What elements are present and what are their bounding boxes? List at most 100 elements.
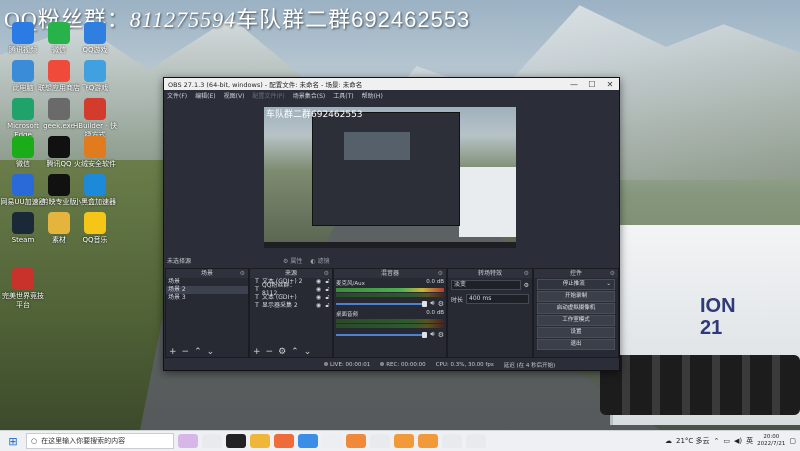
- lock-icon[interactable]: 🔓︎: [323, 302, 332, 310]
- control-button[interactable]: 退出: [537, 339, 615, 350]
- gear-icon[interactable]: ⚙: [524, 282, 529, 289]
- add-icon[interactable]: +: [169, 347, 177, 357]
- properties-button[interactable]: ⚙ 属性: [283, 256, 302, 265]
- channel-name: 麦克风/Aux: [336, 281, 365, 287]
- desktop-icon[interactable]: QQ音乐: [72, 212, 118, 245]
- edge-icon: [12, 98, 34, 120]
- gear-icon[interactable]: ⚙: [438, 331, 444, 339]
- control-button[interactable]: 开始录制: [537, 291, 615, 302]
- remove-icon[interactable]: −: [182, 347, 190, 357]
- obs-taskbar-icon[interactable]: [226, 434, 246, 448]
- menu-item[interactable]: 工具(T): [333, 91, 353, 100]
- app-taskbar-icon[interactable]: [346, 434, 366, 448]
- gear-icon[interactable]: ⚙: [278, 347, 286, 357]
- dock-gear-icon[interactable]: ⚙: [240, 269, 245, 278]
- music-icon: [84, 212, 106, 234]
- close-icon[interactable]: ✕: [601, 80, 619, 89]
- visibility-eye-icon[interactable]: ◉: [314, 286, 323, 294]
- language-indicator[interactable]: 英: [746, 436, 753, 446]
- clock[interactable]: 20:00 2022/7/21: [757, 434, 785, 448]
- scene-item[interactable]: 场景 3: [166, 294, 248, 302]
- desktop-icon[interactable]: 完美世界竞技平台: [0, 268, 46, 310]
- windows-start-icon[interactable]: ⊞: [0, 435, 26, 448]
- gear-icon[interactable]: ⚙: [438, 300, 444, 308]
- volume-icon[interactable]: ◀): [734, 437, 742, 445]
- menu-item[interactable]: 视图(V): [224, 91, 245, 100]
- volume-slider[interactable]: [336, 331, 428, 338]
- control-button[interactable]: 启动虚拟摄像机: [537, 303, 615, 314]
- duration-input[interactable]: 400 ms: [466, 294, 529, 304]
- menu-item[interactable]: 配置文件(P): [252, 91, 284, 100]
- dock-gear-icon[interactable]: ⚙: [610, 269, 615, 278]
- source-item[interactable]: T QQ粉丝群：8112… ◉ 🔓︎: [250, 282, 332, 297]
- volume-slider[interactable]: [336, 300, 428, 307]
- control-button[interactable]: 设置: [537, 327, 615, 338]
- computer-icon: [12, 60, 34, 82]
- weather-icon[interactable]: ☁: [665, 437, 672, 445]
- scene-item[interactable]: 场景: [166, 278, 248, 286]
- source-item[interactable]: T 文本 (GDI+) ◉ 🔓︎: [250, 294, 332, 302]
- volume-icon[interactable]: 🔊︎: [430, 330, 434, 339]
- down-icon[interactable]: ⌄: [207, 347, 215, 357]
- channel-name: 桌面音频: [336, 312, 359, 318]
- obs-preview[interactable]: 车队群二群692462553: [264, 107, 516, 248]
- desktop-icon[interactable]: HBuilder - 快捷方式: [72, 98, 118, 140]
- menu-item[interactable]: 场景集合(S): [293, 91, 326, 100]
- folder-icon: [48, 212, 70, 234]
- obs-window[interactable]: OBS 27.1.3 (64-bit, windows) - 配置文件: 未命名…: [163, 77, 620, 371]
- app-taskbar-icon[interactable]: [418, 434, 438, 448]
- weather-text[interactable]: 21°C 多云: [676, 436, 710, 446]
- preview-nested-obs: [312, 112, 460, 226]
- task-view-icon[interactable]: [202, 434, 222, 448]
- visibility-eye-icon[interactable]: ◉: [314, 302, 323, 310]
- network-icon[interactable]: ▭: [723, 437, 730, 445]
- dock-gear-icon[interactable]: ⚙: [438, 269, 443, 278]
- chevron-down-icon[interactable]: ⌄: [606, 280, 611, 289]
- transition-select[interactable]: 淡变: [451, 280, 521, 290]
- dock-gear-icon[interactable]: ⚙: [524, 269, 529, 278]
- taskbar-search[interactable]: ○ 在这里输入你要搜索的内容: [26, 433, 174, 449]
- notification-icon[interactable]: ▢: [789, 437, 796, 445]
- control-button[interactable]: 停止推流 ⌄: [537, 279, 615, 290]
- app-taskbar-icon[interactable]: [274, 434, 294, 448]
- visibility-eye-icon[interactable]: ◉: [314, 278, 323, 286]
- app-taskbar-icon[interactable]: [322, 434, 342, 448]
- menu-item[interactable]: 帮助(H): [362, 91, 383, 100]
- source-item[interactable]: T 显示器采集 2 ◉ 🔓︎: [250, 302, 332, 310]
- app-taskbar-icon[interactable]: [394, 434, 414, 448]
- app-taskbar-icon[interactable]: [250, 434, 270, 448]
- app-taskbar-icon[interactable]: [442, 434, 462, 448]
- down-icon[interactable]: ⌄: [304, 347, 312, 357]
- menu-item[interactable]: 编辑(E): [195, 91, 215, 100]
- lock-icon[interactable]: 🔓︎: [323, 278, 332, 286]
- app-taskbar-icon[interactable]: [466, 434, 486, 448]
- app-taskbar-icon[interactable]: [370, 434, 390, 448]
- maximize-icon[interactable]: ☐: [583, 80, 601, 89]
- slider-handle[interactable]: [422, 331, 428, 338]
- lock-icon[interactable]: 🔓︎: [323, 286, 332, 294]
- filters-button[interactable]: ◐ 滤镜: [310, 256, 329, 265]
- up-icon[interactable]: ⌃: [194, 347, 202, 357]
- desktop-icon[interactable]: QQ游戏: [72, 22, 118, 55]
- obs-titlebar[interactable]: OBS 27.1.3 (64-bit, windows) - 配置文件: 未命名…: [164, 78, 619, 90]
- remove-icon[interactable]: −: [266, 347, 274, 357]
- up-icon[interactable]: ⌃: [291, 347, 299, 357]
- slider-handle[interactable]: [422, 300, 428, 307]
- desktop-icon[interactable]: 飞Q游戏: [72, 60, 118, 93]
- minimize-icon[interactable]: —: [565, 80, 583, 89]
- dock-gear-icon[interactable]: ⚙: [324, 269, 329, 278]
- app-taskbar-icon[interactable]: [298, 434, 318, 448]
- lock-icon[interactable]: 🔓︎: [323, 294, 332, 302]
- add-icon[interactable]: +: [253, 347, 261, 357]
- geek-icon: [48, 98, 70, 120]
- flowers-icon[interactable]: [178, 434, 198, 448]
- control-button[interactable]: 工作室模式: [537, 315, 615, 326]
- scene-item[interactable]: 场景 2: [166, 286, 248, 294]
- tray-chevron-icon[interactable]: ⌃: [714, 437, 720, 445]
- visibility-eye-icon[interactable]: ◉: [314, 294, 323, 302]
- desktop-icon[interactable]: 火绒安全软件: [72, 136, 118, 169]
- desktop-icon-label: QQ游戏: [82, 46, 108, 54]
- desktop-icon[interactable]: 小黑盒加速器: [72, 174, 118, 207]
- menu-item[interactable]: 文件(F): [167, 91, 187, 100]
- volume-icon[interactable]: 🔊︎: [430, 299, 434, 308]
